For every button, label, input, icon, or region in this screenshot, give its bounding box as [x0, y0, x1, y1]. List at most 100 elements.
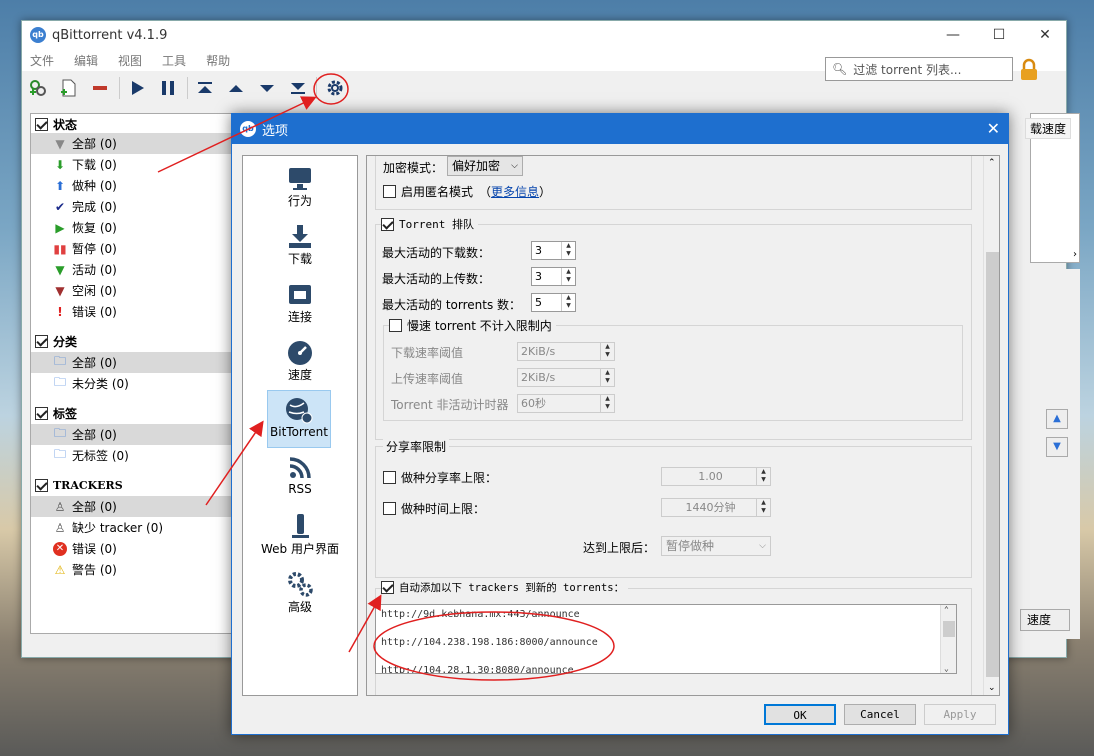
- menu-help[interactable]: 帮助: [206, 52, 230, 69]
- slow-torrents-row[interactable]: 慢速 torrent 不计入限制内: [389, 317, 556, 334]
- menu-file[interactable]: 文件: [30, 52, 54, 69]
- queue-title-row[interactable]: Torrent 排队: [381, 216, 478, 232]
- menu-view[interactable]: 视图: [118, 52, 142, 69]
- tracker-warning[interactable]: ⚠ 警告 (0): [31, 559, 231, 580]
- nav-advanced[interactable]: 高级: [243, 564, 357, 622]
- chevron-up-icon[interactable]: ⌃: [988, 158, 996, 168]
- seed-time-row[interactable]: 做种时间上限：: [383, 500, 485, 517]
- checkbox-icon[interactable]: [35, 406, 48, 420]
- ratio-limit-checkbox[interactable]: [383, 471, 396, 484]
- nav-rss[interactable]: RSS: [243, 448, 357, 506]
- ok-button[interactable]: OK: [764, 704, 836, 725]
- anonymous-checkbox[interactable]: [383, 185, 396, 198]
- category-section-header[interactable]: 分类: [31, 331, 231, 351]
- up-arrow-icon[interactable]: ▲: [1046, 409, 1068, 429]
- status-active[interactable]: ▼ 活动 (0): [31, 259, 231, 280]
- move-top-button[interactable]: [193, 76, 217, 100]
- tags-section-header[interactable]: 标签: [31, 403, 231, 423]
- close-button[interactable]: ✕: [1022, 21, 1068, 49]
- nav-speed[interactable]: 速度: [243, 332, 357, 390]
- tracker-error[interactable]: ✕ 错误 (0): [31, 538, 231, 559]
- status-resumed[interactable]: ▶ 恢复 (0): [31, 217, 231, 238]
- remove-button[interactable]: [88, 76, 112, 100]
- spin-arrows-icon[interactable]: ▲ ▼: [600, 369, 614, 386]
- down-arrow-icon[interactable]: ▼: [1046, 437, 1068, 457]
- ul-threshold-spinbox[interactable]: 2KiB/s ▲ ▼: [517, 368, 615, 387]
- tag-untagged[interactable]: 🗀 无标签 (0): [31, 445, 231, 466]
- scrollbar-thumb[interactable]: [986, 252, 999, 677]
- spin-arrows-icon[interactable]: ▲ ▼: [756, 499, 770, 516]
- anonymous-mode-row[interactable]: 启用匿名模式（更多信息）: [383, 183, 551, 200]
- auto-trackers-checkbox[interactable]: [381, 581, 394, 594]
- apply-button[interactable]: Apply: [924, 704, 996, 725]
- tracker-all[interactable]: ♙ 全部 (0): [31, 496, 231, 517]
- checkbox-icon[interactable]: [35, 117, 48, 131]
- lock-icon[interactable]: [1018, 58, 1040, 82]
- close-icon[interactable]: ✕: [987, 119, 1000, 138]
- category-uncategorized[interactable]: 🗀 未分类 (0): [31, 373, 231, 394]
- spin-arrows-icon[interactable]: ▲ ▼: [600, 343, 614, 360]
- menu-tools[interactable]: 工具: [162, 52, 186, 69]
- checkbox-icon[interactable]: [35, 334, 48, 348]
- max-downloads-spinbox[interactable]: 3 ▲ ▼: [531, 241, 576, 260]
- chevron-down-icon[interactable]: ⌄: [944, 664, 949, 673]
- seed-time-checkbox[interactable]: [383, 502, 396, 515]
- scroll-right-icon[interactable]: ›: [1073, 249, 1077, 260]
- tag-all[interactable]: 🗀 全部 (0): [31, 424, 231, 445]
- resume-button[interactable]: [125, 76, 149, 100]
- status-errored[interactable]: ! 错误 (0): [31, 301, 231, 322]
- nav-downloads[interactable]: 下载: [243, 216, 357, 274]
- chevron-up-icon[interactable]: ⌃: [944, 605, 949, 614]
- spin-arrows-icon[interactable]: ▲ ▼: [600, 395, 614, 412]
- cancel-button[interactable]: Cancel: [844, 704, 916, 725]
- status-downloading[interactable]: ⬇ 下载 (0): [31, 154, 231, 175]
- more-info-link[interactable]: 更多信息: [491, 183, 539, 200]
- queue-checkbox[interactable]: [381, 217, 394, 231]
- maximize-button[interactable]: ☐: [976, 21, 1022, 49]
- move-up-button[interactable]: [224, 76, 248, 100]
- spin-arrows-icon[interactable]: ▲ ▼: [561, 268, 575, 285]
- filter-input[interactable]: 🔍︎ 过滤 torrent 列表...: [825, 57, 1013, 81]
- status-all[interactable]: ▼ 全部 (0): [31, 133, 231, 154]
- transfer-list[interactable]: 载速度 ›: [1025, 113, 1080, 263]
- textarea-scrollbar[interactable]: ⌃ ⌄: [940, 605, 956, 673]
- spin-arrows-icon[interactable]: ▲ ▼: [561, 242, 575, 259]
- chevron-down-icon[interactable]: ⌄: [988, 683, 996, 693]
- max-uploads-spinbox[interactable]: 3 ▲ ▼: [531, 267, 576, 286]
- options-gear-button[interactable]: [323, 76, 347, 100]
- ratio-limit-spinbox[interactable]: 1.00 ▲ ▼: [661, 467, 771, 486]
- encryption-select[interactable]: 偏好加密 ⌵: [447, 156, 523, 176]
- nav-connection[interactable]: 连接: [243, 274, 357, 332]
- spin-arrows-icon[interactable]: ▲ ▼: [561, 294, 575, 311]
- speed-button[interactable]: 速度: [1020, 609, 1070, 631]
- nav-web-ui[interactable]: Web 用户界面: [243, 506, 357, 564]
- slow-torrents-checkbox[interactable]: [389, 319, 402, 332]
- spin-arrows-icon[interactable]: ▲ ▼: [756, 468, 770, 485]
- move-bottom-button[interactable]: [286, 76, 310, 100]
- ratio-limit-row[interactable]: 做种分享率上限：: [383, 469, 497, 486]
- nav-behavior[interactable]: 行为: [243, 158, 357, 216]
- minimize-button[interactable]: —: [930, 21, 976, 49]
- trackers-textarea[interactable]: http://9d.kebhana.mx:443/announce http:/…: [375, 604, 957, 674]
- category-all[interactable]: 🗀 全部 (0): [31, 352, 231, 373]
- trackers-section-header[interactable]: TRACKERS: [31, 475, 231, 495]
- status-inactive[interactable]: ▼ 空闲 (0): [31, 280, 231, 301]
- menu-edit[interactable]: 编辑: [74, 52, 98, 69]
- nav-bittorrent[interactable]: BitTorrent: [267, 390, 331, 448]
- status-section-header[interactable]: 状态: [31, 114, 231, 134]
- inactive-timer-spinbox[interactable]: 60秒 ▲ ▼: [517, 394, 615, 413]
- seed-time-spinbox[interactable]: 1440分钟 ▲ ▼: [661, 498, 771, 517]
- tracker-trackerless[interactable]: ♙ 缺少 tracker (0): [31, 517, 231, 538]
- move-down-button[interactable]: [255, 76, 279, 100]
- checkbox-icon[interactable]: [35, 478, 48, 492]
- column-header-speed[interactable]: 载速度: [1025, 118, 1072, 139]
- add-torrent-link-button[interactable]: [26, 76, 50, 100]
- status-completed[interactable]: ✔ 完成 (0): [31, 196, 231, 217]
- dl-threshold-spinbox[interactable]: 2KiB/s ▲ ▼: [517, 342, 615, 361]
- limit-action-select[interactable]: 暂停做种 ⌵: [661, 536, 771, 556]
- auto-trackers-row[interactable]: 自动添加以下 trackers 到新的 torrents：: [381, 580, 629, 595]
- max-torrents-spinbox[interactable]: 5 ▲ ▼: [531, 293, 576, 312]
- status-seeding[interactable]: ⬆ 做种 (0): [31, 175, 231, 196]
- add-torrent-file-button[interactable]: [56, 76, 80, 100]
- status-paused[interactable]: ▮▮ 暂停 (0): [31, 238, 231, 259]
